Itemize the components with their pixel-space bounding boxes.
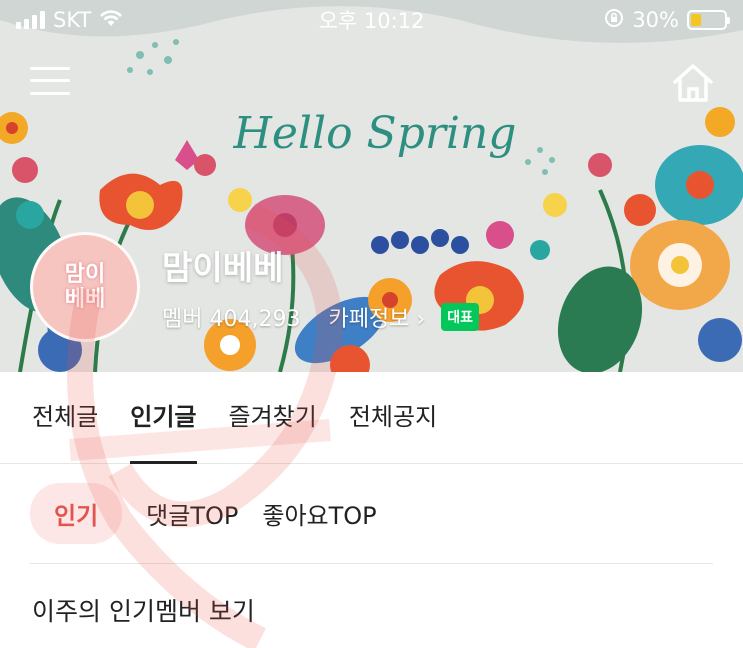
tab-favorites[interactable]: 즐겨찾기: [229, 372, 317, 464]
representative-badge: 대표: [441, 303, 479, 331]
wifi-icon: [99, 8, 123, 32]
chip-comment-top[interactable]: 댓글TOP: [146, 483, 238, 544]
avatar-text-line2: 베베: [64, 287, 106, 312]
battery-icon: [687, 10, 730, 30]
hamburger-menu-icon[interactable]: [30, 64, 70, 98]
status-bar: SKT 오후 10:12 30%: [0, 0, 743, 40]
signal-icon: [16, 11, 45, 29]
chip-popular[interactable]: 인기: [30, 483, 123, 544]
tab-notices[interactable]: 전체공지: [349, 372, 437, 464]
section-divider: [30, 563, 713, 564]
avatar-text-line1: 맘이: [64, 261, 106, 287]
board-tabs: 전체글 인기글 즐겨찾기 전체공지: [0, 372, 743, 464]
chip-like-top[interactable]: 좋아요TOP: [262, 483, 376, 544]
cafe-info-link[interactable]: 카페정보 ›: [328, 301, 425, 333]
tab-popular[interactable]: 인기글: [130, 372, 197, 464]
orientation-lock-icon: [604, 8, 624, 33]
carrier-label: SKT: [53, 8, 92, 32]
cafe-avatar[interactable]: 맘이 베베: [30, 232, 140, 342]
battery-percent: 30%: [632, 8, 679, 32]
weekly-popular-members-link[interactable]: 이주의 인기멤버 보기: [32, 592, 255, 628]
popular-sub-tabs: 인기 댓글TOP 좋아요TOP: [30, 483, 401, 544]
home-icon[interactable]: [671, 62, 715, 104]
tab-all-posts[interactable]: 전체글: [32, 372, 98, 464]
member-count: 멤버 404,293: [162, 307, 301, 332]
banner-headline: Hello Spring: [233, 108, 517, 159]
cafe-info: 맘이 베베 맘이베베 멤버 404,293 카페정보 › 대표: [30, 232, 479, 342]
cafe-name: 맘이베베: [162, 248, 284, 287]
